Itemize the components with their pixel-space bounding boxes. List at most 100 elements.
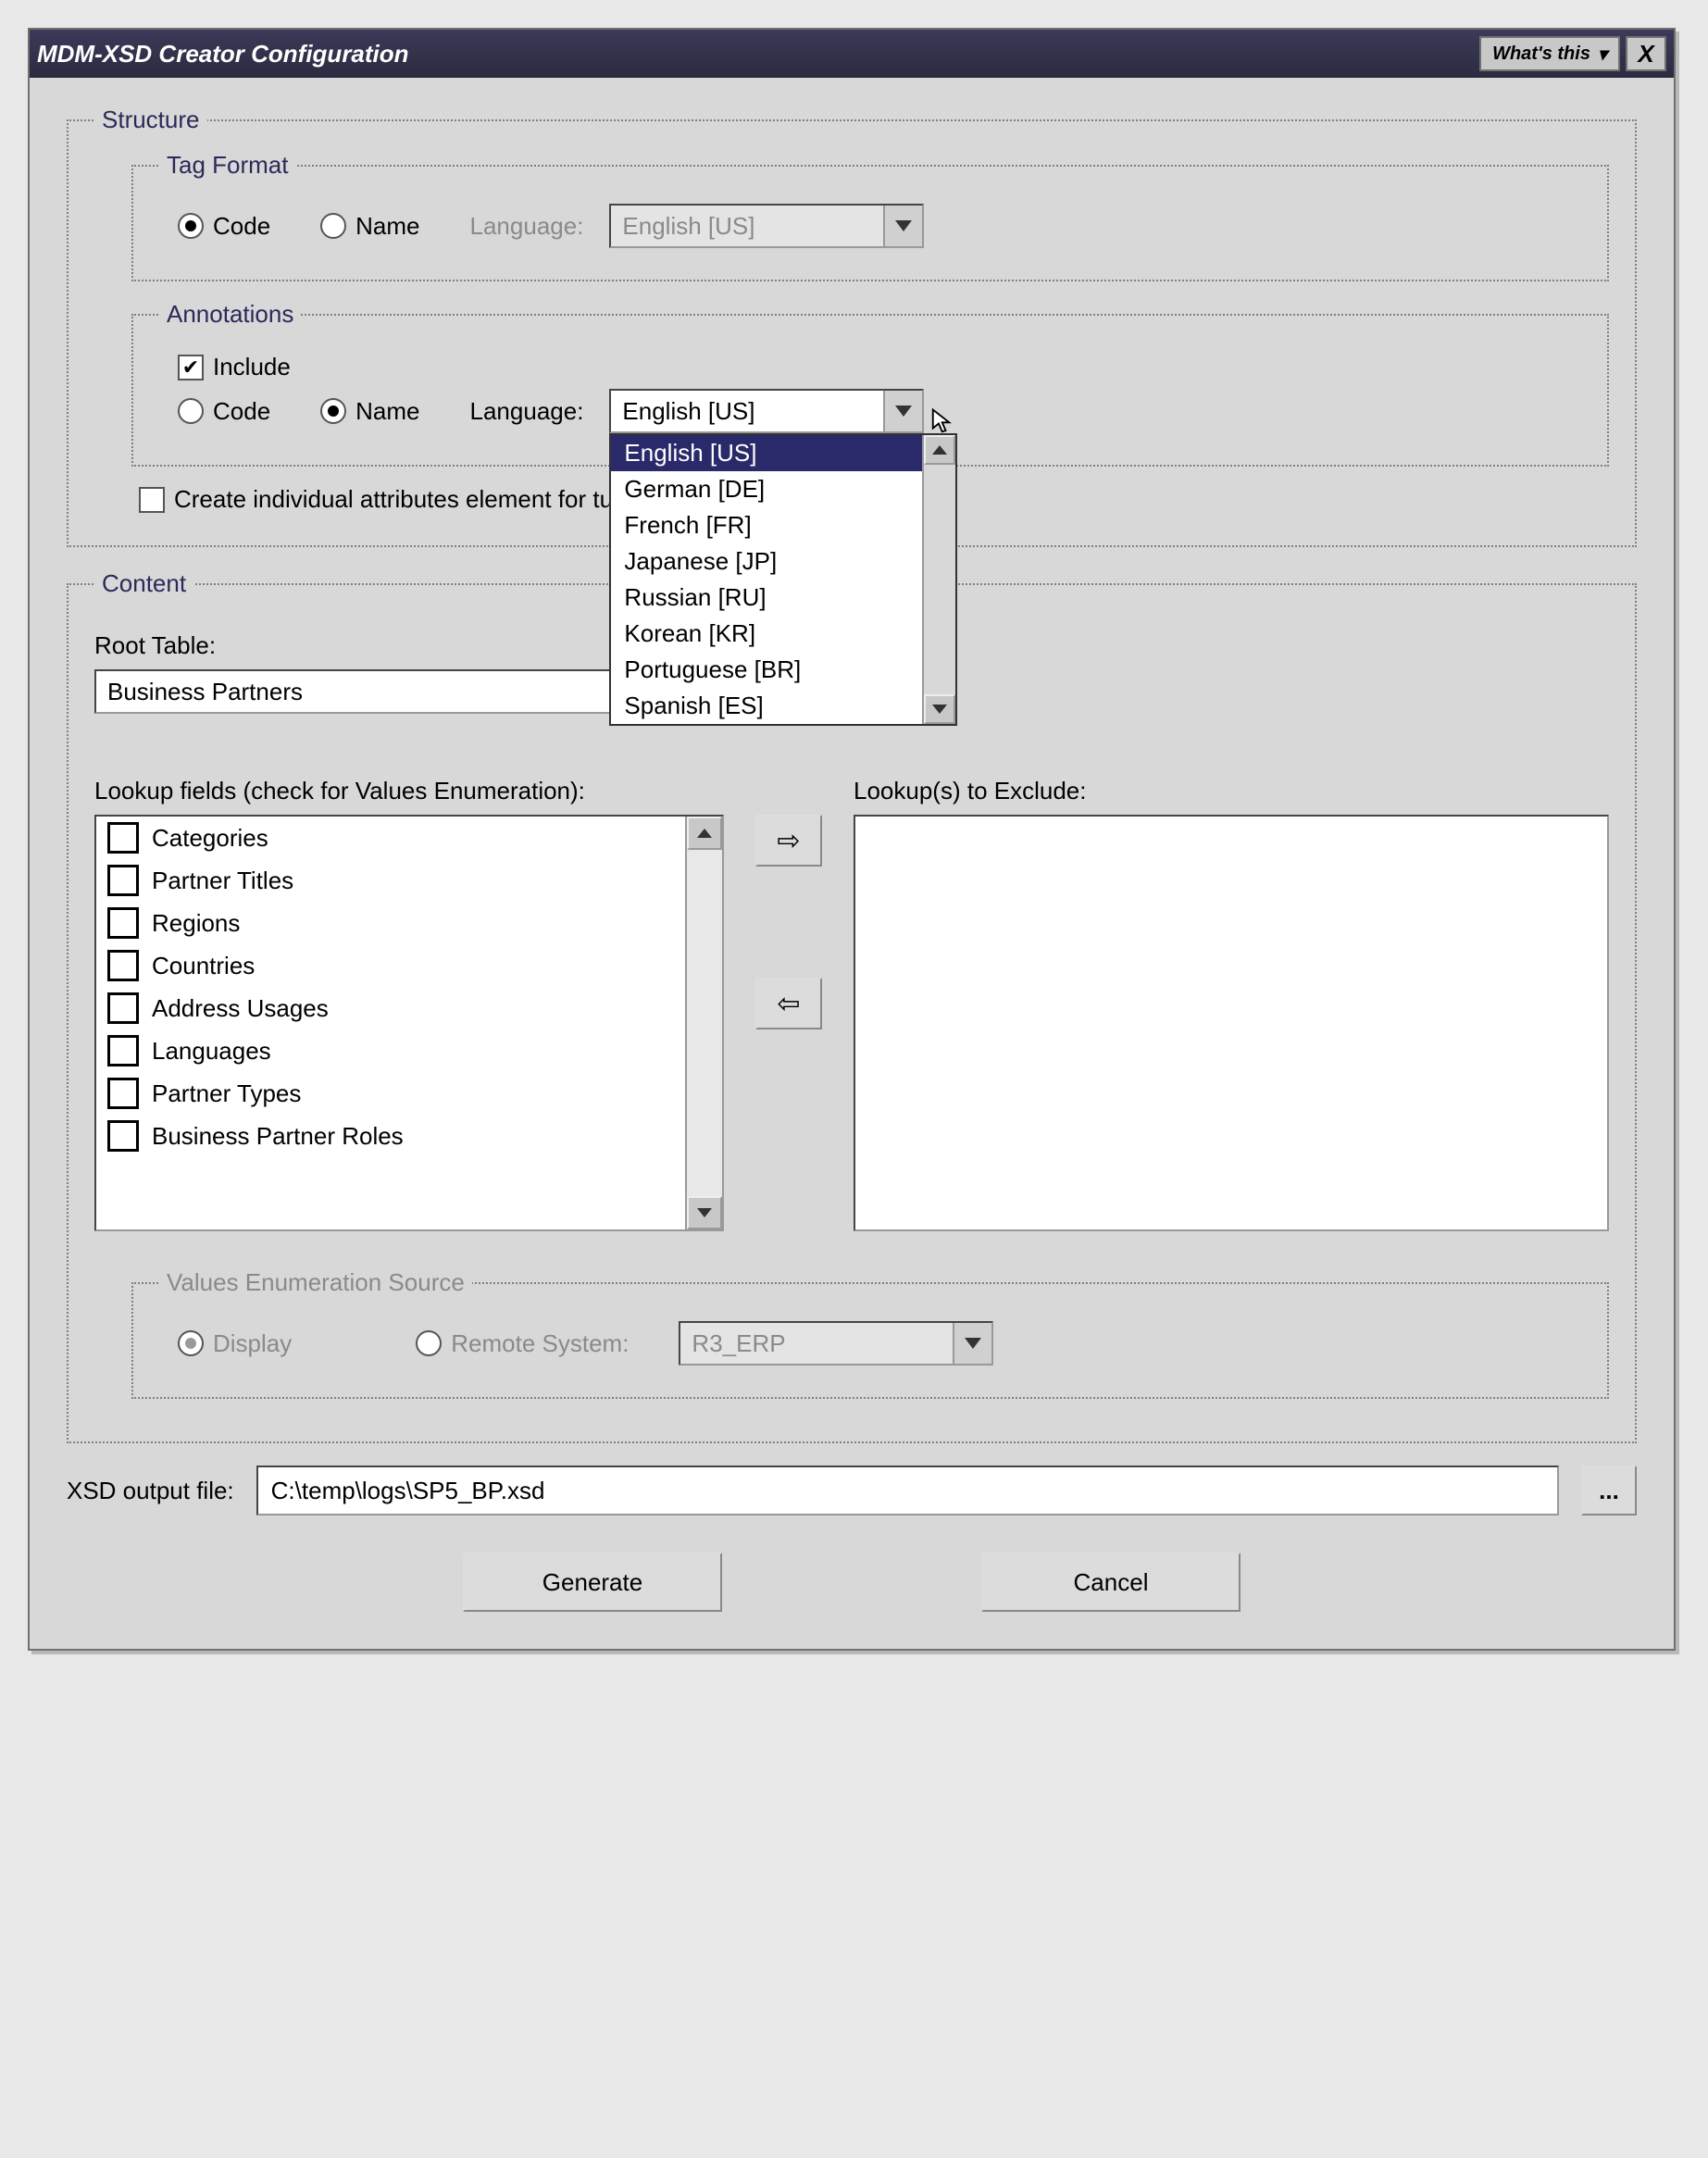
list-item[interactable]: Countries xyxy=(96,944,685,987)
arrow-left-icon: ⇦ xyxy=(777,988,800,1020)
tag-format-code-radio[interactable]: Code xyxy=(178,212,270,241)
tag-format-group: Tag Format Code Name Language: English [… xyxy=(131,151,1609,281)
annotations-language-label: Language: xyxy=(470,397,584,426)
language-option[interactable]: English [US] xyxy=(611,435,955,471)
tag-format-language-dropdown: English [US] xyxy=(609,204,924,248)
content-legend: Content xyxy=(94,569,193,598)
move-left-button[interactable]: ⇦ xyxy=(755,978,822,1029)
ellipsis-icon: ... xyxy=(1599,1477,1619,1505)
language-option[interactable]: Spanish [ES] xyxy=(611,688,955,724)
list-item-label: Countries xyxy=(152,952,255,980)
arrow-right-icon: ⇨ xyxy=(777,825,800,857)
list-item[interactable]: Address Usages xyxy=(96,987,685,1029)
list-item-label: Business Partner Roles xyxy=(152,1122,404,1151)
create-individual-checkbox[interactable]: Create individual attributes element for… xyxy=(139,485,657,514)
list-item[interactable]: Regions xyxy=(96,902,685,944)
lookups-exclude-listbox[interactable] xyxy=(854,815,1609,1231)
language-option[interactable]: Portuguese [BR] xyxy=(611,652,955,688)
chevron-down-icon xyxy=(953,1323,991,1364)
scroll-up-icon[interactable] xyxy=(687,817,722,850)
list-item[interactable]: Partner Titles xyxy=(96,859,685,902)
help-button-label: What's this xyxy=(1492,44,1590,65)
lookup-fields-label: Lookup fields (check for Values Enumerat… xyxy=(94,777,724,805)
values-enum-display-label: Display xyxy=(213,1329,292,1358)
remote-system-value: R3_ERP xyxy=(680,1323,953,1364)
list-item[interactable]: Languages xyxy=(96,1029,685,1072)
create-individual-label: Create individual attributes element for… xyxy=(174,485,657,514)
tag-format-code-label: Code xyxy=(213,212,270,241)
list-item[interactable]: Business Partner Roles xyxy=(96,1115,685,1157)
language-option[interactable]: German [DE] xyxy=(611,471,955,507)
scroll-down-icon[interactable] xyxy=(687,1196,722,1229)
lookups-exclude-label: Lookup(s) to Exclude: xyxy=(854,777,1609,805)
annotations-include-checkbox[interactable]: ✔ Include xyxy=(178,353,291,381)
structure-group: Structure Tag Format Code Name Language: xyxy=(67,106,1637,547)
annotations-language-value: English [US] xyxy=(611,391,883,431)
tag-format-language-label: Language: xyxy=(470,212,584,241)
xsd-output-field[interactable]: C:\temp\logs\SP5_BP.xsd xyxy=(256,1466,1559,1516)
cancel-button-label: Cancel xyxy=(1074,1568,1149,1597)
structure-legend: Structure xyxy=(94,106,207,134)
xsd-output-value: C:\temp\logs\SP5_BP.xsd xyxy=(271,1477,545,1505)
lookup-fields-listbox[interactable]: Categories Partner Titles Regions Countr… xyxy=(94,815,724,1231)
scroll-up-icon[interactable] xyxy=(924,435,955,465)
chevron-down-icon[interactable] xyxy=(883,391,922,431)
list-item[interactable]: Categories xyxy=(96,817,685,859)
config-window: MDM-XSD Creator Configuration What's thi… xyxy=(28,28,1676,1651)
annotations-name-radio[interactable]: Name xyxy=(320,397,419,426)
tag-format-name-label: Name xyxy=(355,212,419,241)
xsd-output-label: XSD output file: xyxy=(67,1477,234,1505)
annotations-language-dropdown[interactable]: English [US] xyxy=(609,389,924,433)
checkbox-icon[interactable] xyxy=(107,1078,139,1109)
move-right-button[interactable]: ⇨ xyxy=(755,815,822,867)
cursor-icon xyxy=(929,407,957,435)
values-enum-legend: Values Enumeration Source xyxy=(159,1268,472,1297)
close-button[interactable]: X xyxy=(1626,36,1666,71)
remote-system-dropdown: R3_ERP xyxy=(679,1321,993,1366)
scrollbar[interactable] xyxy=(685,817,722,1229)
language-option[interactable]: Russian [RU] xyxy=(611,580,955,616)
scroll-down-icon[interactable] xyxy=(924,694,955,724)
annotations-language-list[interactable]: English [US] German [DE] French [FR] Jap… xyxy=(609,433,957,726)
titlebar: MDM-XSD Creator Configuration What's thi… xyxy=(30,30,1674,78)
help-button[interactable]: What's this ▾ xyxy=(1479,36,1620,71)
generate-button[interactable]: Generate xyxy=(463,1553,722,1612)
generate-button-label: Generate xyxy=(542,1568,642,1597)
checkbox-icon[interactable] xyxy=(107,992,139,1024)
annotations-legend: Annotations xyxy=(159,300,301,329)
language-option[interactable]: Korean [KR] xyxy=(611,616,955,652)
scrollbar[interactable] xyxy=(922,435,955,724)
checkbox-icon[interactable] xyxy=(107,1035,139,1067)
close-icon: X xyxy=(1638,40,1653,69)
language-option[interactable]: Japanese [JP] xyxy=(611,543,955,580)
window-title: MDM-XSD Creator Configuration xyxy=(37,40,1479,69)
annotations-include-label: Include xyxy=(213,353,291,381)
list-item[interactable]: Partner Types xyxy=(96,1072,685,1115)
list-item-label: Partner Types xyxy=(152,1079,301,1108)
annotations-group: Annotations ✔ Include Code Name xyxy=(131,300,1609,467)
checkbox-icon[interactable] xyxy=(107,822,139,854)
list-item-label: Address Usages xyxy=(152,994,329,1023)
annotations-code-radio[interactable]: Code xyxy=(178,397,270,426)
tag-format-legend: Tag Format xyxy=(159,151,296,180)
values-enum-remote-label: Remote System: xyxy=(451,1329,629,1358)
values-enum-display-radio: Display xyxy=(178,1329,292,1358)
tag-format-language-value: English [US] xyxy=(611,206,883,246)
annotations-code-label: Code xyxy=(213,397,270,426)
checkbox-icon[interactable] xyxy=(107,1120,139,1152)
tag-format-name-radio[interactable]: Name xyxy=(320,212,419,241)
chevron-down-icon: ▾ xyxy=(1598,43,1607,66)
values-enum-remote-radio: Remote System: xyxy=(416,1329,629,1358)
language-option[interactable]: French [FR] xyxy=(611,507,955,543)
checkbox-icon[interactable] xyxy=(107,907,139,939)
checkbox-icon[interactable] xyxy=(107,950,139,981)
values-enum-group: Values Enumeration Source Display Remote… xyxy=(131,1268,1609,1399)
checkbox-icon[interactable] xyxy=(107,865,139,896)
list-item-label: Languages xyxy=(152,1037,271,1066)
annotations-name-label: Name xyxy=(355,397,419,426)
browse-button[interactable]: ... xyxy=(1581,1466,1637,1516)
list-item-label: Partner Titles xyxy=(152,867,293,895)
cancel-button[interactable]: Cancel xyxy=(981,1553,1240,1612)
list-item-label: Categories xyxy=(152,824,268,853)
chevron-down-icon xyxy=(883,206,922,246)
